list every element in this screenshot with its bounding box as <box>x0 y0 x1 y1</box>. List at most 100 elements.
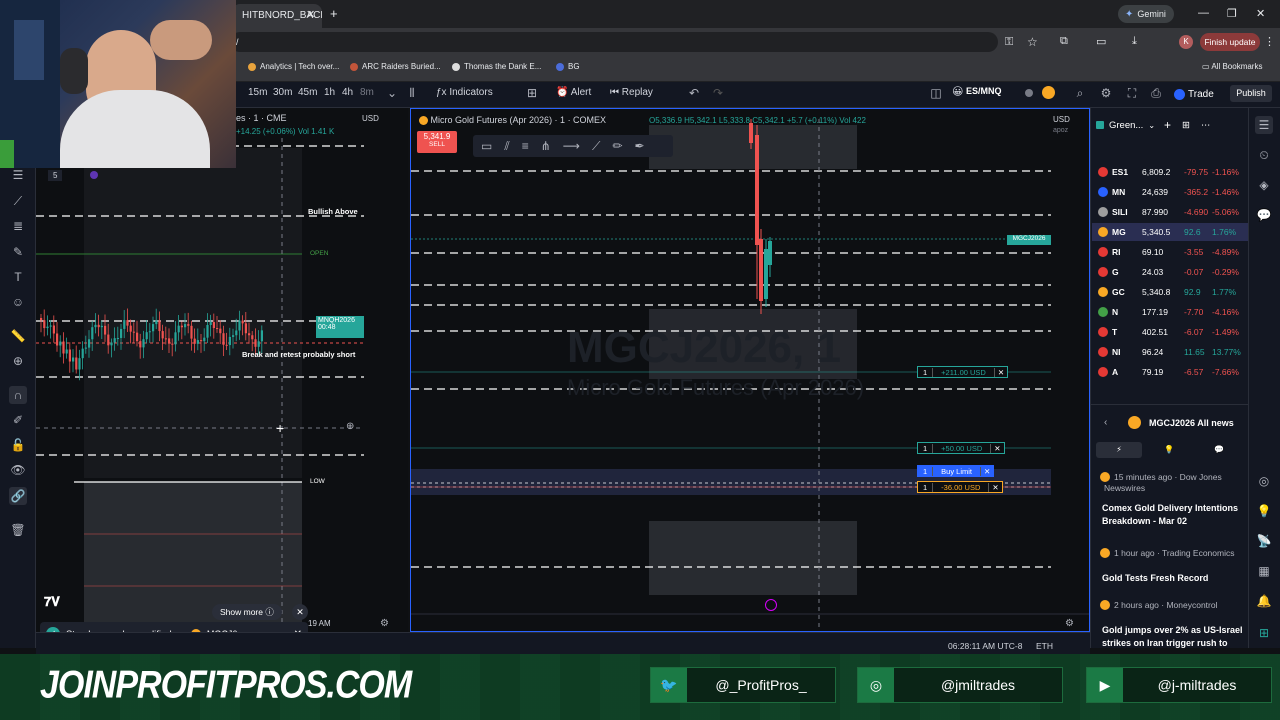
timeframe-4h[interactable]: 4h <box>342 87 353 98</box>
calendar-icon[interactable]: ▦ <box>1255 562 1273 580</box>
ray-icon[interactable]: ⟶ <box>563 139 580 153</box>
ruler-icon[interactable]: 📏 <box>9 327 27 345</box>
extensions-icon[interactable]: ⧉ <box>1060 35 1068 48</box>
target-icon[interactable]: ◎ <box>1255 472 1273 490</box>
chat-icon[interactable]: 💬 <box>1255 206 1273 224</box>
pitchfork-icon[interactable]: ⋔ <box>541 139 551 153</box>
add-alert-icon[interactable]: ⊕ <box>346 421 354 432</box>
gemini-button[interactable]: ✦ Gemini <box>1118 5 1174 23</box>
tab-ideas-icon[interactable]: 💡 <box>1146 442 1192 458</box>
indicators-button[interactable]: ƒx Indicators <box>436 87 493 98</box>
order-line-3[interactable]: 1 -36.00 USD ✕ <box>917 481 1003 493</box>
emoji-tool-icon[interactable]: ☺ <box>9 293 27 311</box>
alert-button[interactable]: ⏰ Alert <box>556 87 591 98</box>
order-line-1[interactable]: 1 +50.00 USD ✕ <box>917 442 1005 454</box>
left-chart-pane[interactable]: es · 1 · CME +14.25 (+0.06%) Vol 1.41 K … <box>36 108 408 632</box>
scale-mode-label[interactable]: apoz <box>1053 127 1068 134</box>
link-icon[interactable]: 🔗 <box>9 487 27 505</box>
table-row[interactable]: G 24.03 -0.07 -0.29% <box>1092 263 1248 281</box>
layout-name[interactable]: 😀 ES/MNQ <box>952 84 1006 104</box>
left-chart-title[interactable]: es · 1 · CME <box>236 113 287 123</box>
bookmark-bg[interactable]: BG <box>556 62 580 71</box>
status-clock[interactable]: 06:28:11 AM UTC-8 <box>948 641 1023 651</box>
panels-icon[interactable]: ◫ <box>928 85 944 101</box>
maximize-icon[interactable]: ❐ <box>1227 7 1237 20</box>
broadcast-icon[interactable]: 📡 <box>1255 532 1273 550</box>
layers-icon[interactable]: ◈ <box>1255 176 1273 194</box>
more-menu-icon[interactable]: ⋮ <box>1264 35 1275 48</box>
settings-icon[interactable]: ⚙ <box>380 618 389 629</box>
event-marker-icon[interactable] <box>765 599 777 611</box>
lightbulb-icon[interactable]: 💡 <box>1255 502 1273 520</box>
apps-grid-icon[interactable]: ⊞ <box>1255 624 1273 642</box>
gear-icon[interactable]: ⚙ <box>1098 85 1114 101</box>
zoom-icon[interactable]: ⊕ <box>9 352 27 370</box>
rectangle-tool-icon[interactable]: ▭ <box>481 139 492 153</box>
table-row[interactable]: N 177.19 -7.70 -4.16% <box>1092 303 1248 321</box>
tradingview-logo-icon[interactable]: 𝟕𝐕 <box>44 594 60 610</box>
bookmark-thomas[interactable]: Thomas the Dank E... <box>452 62 541 71</box>
order-cancel-icon[interactable]: ✕ <box>980 466 993 476</box>
timeframe-15m[interactable]: 15m <box>248 87 267 98</box>
text-icon[interactable]: T <box>9 268 27 286</box>
add-symbol-icon[interactable]: + <box>1164 118 1171 132</box>
table-row[interactable]: NI 96.24 11.65 13.77% <box>1092 343 1248 361</box>
profile-avatar[interactable]: K <box>1179 35 1193 49</box>
time-axis[interactable] <box>411 615 1051 631</box>
fullscreen-icon[interactable]: ⛶ <box>1124 85 1140 101</box>
undo-icon[interactable]: ↶ <box>686 85 702 101</box>
table-row[interactable]: GC 5,340.8 92.9 1.77% <box>1092 283 1248 301</box>
chevron-down-icon[interactable]: ⌄ <box>1148 121 1155 130</box>
currency-label[interactable]: USD <box>1053 115 1070 124</box>
brush-tool-icon[interactable]: ✏ <box>612 139 622 153</box>
sell-button[interactable]: 5,341.9 SELL <box>417 131 457 153</box>
main-chart-pane[interactable]: MGCJ2026, 1 Micro Gold Futures (Apr 2026… <box>410 108 1090 632</box>
bar-style-icon[interactable]: ⫴ <box>404 85 420 101</box>
bell-icon[interactable]: 🔔 <box>1255 592 1273 610</box>
publish-button[interactable]: Publish <box>1230 85 1272 102</box>
order-line-0[interactable]: 1 +211.00 USD ✕ <box>917 366 1009 378</box>
bookmark-arc-raiders[interactable]: ARC Raiders Buried... <box>350 62 441 71</box>
watchlist-icon[interactable]: ☰ <box>1255 116 1273 134</box>
close-icon[interactable]: ✕ <box>292 604 308 620</box>
pencil-lock-icon[interactable]: ✐ <box>9 411 27 429</box>
magnet-icon[interactable]: ∩ <box>9 386 27 404</box>
timeframe-1h[interactable]: 1h <box>324 87 335 98</box>
bookmark-star-icon[interactable]: ☆ <box>1027 35 1038 49</box>
order-cancel-icon[interactable]: ✕ <box>993 367 1007 377</box>
address-input[interactable]: / <box>230 32 998 52</box>
order-cancel-icon[interactable]: ✕ <box>990 443 1003 453</box>
search-icon[interactable]: ⌕ <box>1072 85 1088 101</box>
pen-tool-icon[interactable]: ✒ <box>634 139 644 153</box>
lock-icon[interactable]: 🔓 <box>9 436 27 454</box>
minimize-icon[interactable]: — <box>1198 7 1209 19</box>
session-label[interactable]: ETH <box>1036 641 1053 651</box>
left-price-scale[interactable] <box>364 108 408 632</box>
news-headline[interactable]: Gold jumps over 2% as US-Israel strikes … <box>1102 624 1246 650</box>
redo-icon[interactable]: ↷ <box>710 85 726 101</box>
cast-icon[interactable]: ▭ <box>1096 35 1106 48</box>
finish-update-button[interactable]: Finish update <box>1200 33 1260 51</box>
new-tab-icon[interactable]: + <box>330 6 338 21</box>
main-chart-title[interactable]: Micro Gold Futures (Apr 2026) · 1 · COME… <box>419 115 606 126</box>
main-price-scale[interactable] <box>1051 109 1089 614</box>
trendline-icon[interactable]: ⟋ <box>9 192 27 210</box>
theme-icon[interactable] <box>1042 86 1055 99</box>
fib-tool-icon[interactable]: ≡ <box>522 139 529 153</box>
show-more-button[interactable]: Show more ⓘ <box>212 604 282 620</box>
order-cancel-icon[interactable]: ✕ <box>988 482 1001 492</box>
bookmark-analytics[interactable]: Analytics | Tech over... <box>248 62 339 71</box>
close-tab-icon[interactable]: ✕ <box>306 8 315 21</box>
layout-grid-icon[interactable]: ⊞ <box>524 85 540 101</box>
table-row[interactable]: A 79.19 -6.57 -7.66% <box>1092 363 1248 381</box>
timeframe-30m[interactable]: 30m <box>273 87 292 98</box>
table-row[interactable]: T 402.51 -6.07 -1.49% <box>1092 323 1248 341</box>
timeframe-8m[interactable]: 8m <box>360 87 374 98</box>
alerts-clock-icon[interactable]: ⏲ <box>1255 146 1273 164</box>
timeframe-45m[interactable]: 45m <box>298 87 317 98</box>
line-tool-icon[interactable]: ⟋ <box>592 139 600 154</box>
trash-icon[interactable]: 🗑 <box>9 521 27 539</box>
menu-icon[interactable]: ☰ <box>9 166 27 184</box>
chevron-down-icon[interactable]: ⌄ <box>384 85 400 101</box>
eye-icon[interactable]: 👁 <box>9 461 27 479</box>
